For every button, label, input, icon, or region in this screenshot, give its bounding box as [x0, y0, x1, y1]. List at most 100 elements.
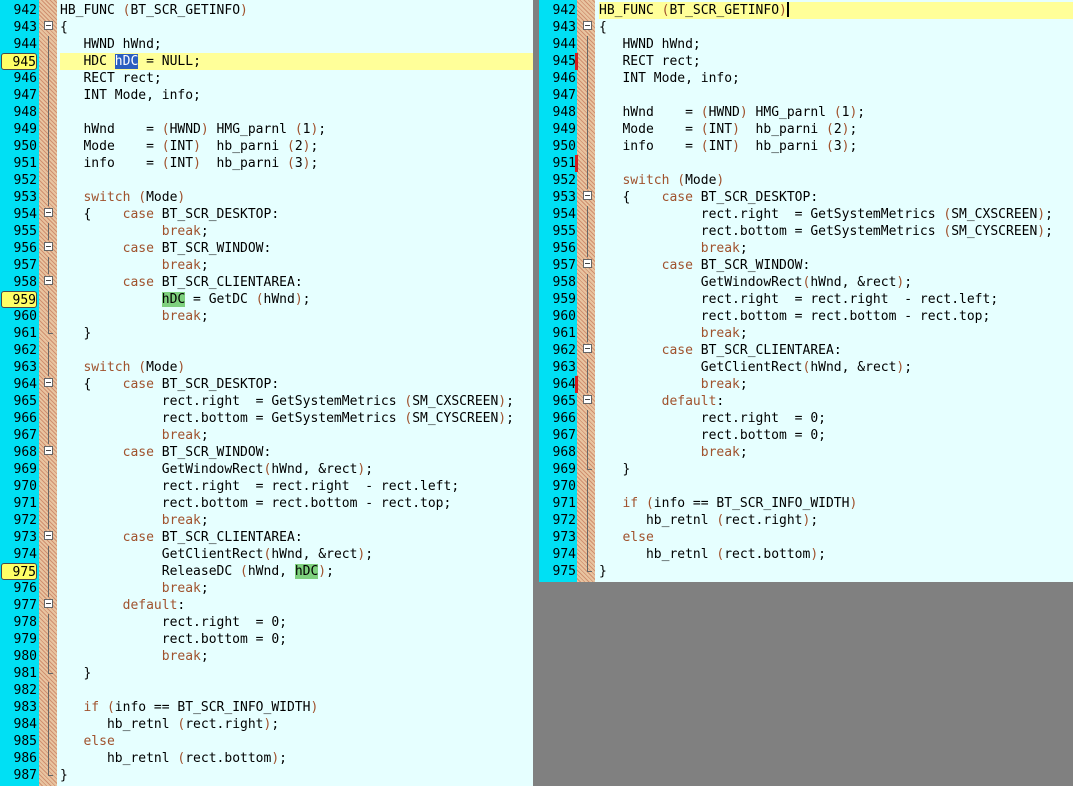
code-line[interactable]: 982: [0, 682, 533, 699]
line-number[interactable]: 972: [539, 512, 576, 529]
code-text[interactable]: }: [60, 325, 533, 342]
code-line[interactable]: 948: [0, 104, 533, 121]
line-number[interactable]: 974: [0, 546, 37, 563]
code-line[interactable]: 977 default:: [0, 597, 533, 614]
code-line[interactable]: 949 hWnd = (HWND) HMG_parnl (1);: [0, 121, 533, 138]
line-number[interactable]: 965: [0, 393, 37, 410]
code-line[interactable]: 963 switch (Mode): [0, 359, 533, 376]
code-text[interactable]: rect.right = 0;: [60, 614, 533, 631]
code-line[interactable]: 952: [0, 172, 533, 189]
code-text[interactable]: hb_retnl (rect.right);: [599, 512, 1073, 529]
line-number[interactable]: 973: [0, 529, 37, 546]
code-line[interactable]: 957 case BT_SCR_WINDOW:: [539, 257, 1073, 274]
line-number[interactable]: 949: [539, 121, 576, 138]
fold-collapse-icon[interactable]: [44, 242, 53, 251]
code-text[interactable]: switch (Mode): [60, 189, 533, 206]
code-line[interactable]: 960 break;: [0, 308, 533, 325]
code-line[interactable]: 952 switch (Mode): [539, 172, 1073, 189]
code-text[interactable]: case BT_SCR_WINDOW:: [60, 444, 533, 461]
code-line[interactable]: 973 else: [539, 529, 1073, 546]
code-line[interactable]: 942 HB_FUNC (BT_SCR_GETINFO): [0, 2, 533, 19]
code-line[interactable]: 959 hDC = GetDC (hWnd);: [0, 291, 533, 308]
code-line[interactable]: 950 info = (INT) hb_parni (3);: [539, 138, 1073, 155]
code-line[interactable]: 947 INT Mode, info;: [0, 87, 533, 104]
code-line[interactable]: 945 RECT rect;: [539, 53, 1073, 70]
code-text[interactable]: Mode = (INT) hb_parni (2);: [599, 121, 1073, 138]
line-number[interactable]: 968: [0, 444, 37, 461]
editor-pane-left[interactable]: 942 HB_FUNC (BT_SCR_GETINFO) 943{944 HWND …: [0, 0, 533, 786]
code-line[interactable]: 970: [539, 478, 1073, 495]
line-number[interactable]: 942: [0, 2, 37, 19]
code-text[interactable]: break;: [60, 223, 533, 240]
line-number[interactable]: 950: [0, 138, 37, 155]
line-number[interactable]: 975: [539, 563, 576, 580]
line-number[interactable]: 953: [0, 189, 37, 206]
line-number[interactable]: 976: [0, 580, 37, 597]
code-line[interactable]: 946 RECT rect;: [0, 70, 533, 87]
code-line[interactable]: 960 rect.bottom = rect.bottom - rect.top…: [539, 308, 1073, 325]
code-line[interactable]: 942 HB_FUNC (BT_SCR_GETINFO): [539, 2, 1073, 19]
fold-collapse-icon[interactable]: [44, 446, 53, 455]
code-line[interactable]: 951 info = (INT) hb_parni (3);: [0, 155, 533, 172]
code-text[interactable]: }: [599, 461, 1073, 478]
code-line[interactable]: 966 rect.right = 0;: [539, 410, 1073, 427]
code-line[interactable]: 944 HWND hWnd;: [539, 36, 1073, 53]
code-text[interactable]: INT Mode, info;: [60, 87, 533, 104]
line-number[interactable]: 967: [0, 427, 37, 444]
code-text[interactable]: Mode = (INT) hb_parni (2);: [60, 138, 533, 155]
code-line[interactable]: 971 if (info == BT_SCR_INFO_WIDTH): [539, 495, 1073, 512]
line-number[interactable]: 967: [539, 427, 576, 444]
code-text[interactable]: switch (Mode): [60, 359, 533, 376]
code-line[interactable]: 947: [539, 87, 1073, 104]
code-text[interactable]: default:: [599, 393, 1073, 410]
code-line[interactable]: 961 break;: [539, 325, 1073, 342]
line-number[interactable]: 955: [539, 223, 576, 240]
fold-collapse-icon[interactable]: [583, 344, 592, 353]
code-text[interactable]: default:: [60, 597, 533, 614]
line-number[interactable]: 946: [0, 70, 37, 87]
code-text[interactable]: [60, 172, 533, 189]
code-line[interactable]: 963 GetClientRect(hWnd, &rect);: [539, 359, 1073, 376]
code-text[interactable]: { case BT_SCR_DESKTOP:: [599, 189, 1073, 206]
code-text[interactable]: rect.bottom = 0;: [599, 427, 1073, 444]
code-line[interactable]: 964 { case BT_SCR_DESKTOP:: [0, 376, 533, 393]
code-line[interactable]: 944 HWND hWnd;: [0, 36, 533, 53]
fold-collapse-icon[interactable]: [44, 276, 53, 285]
code-line[interactable]: 943 {: [0, 19, 533, 36]
code-text[interactable]: rect.right = GetSystemMetrics (SM_CXSCRE…: [599, 206, 1073, 223]
code-text[interactable]: [599, 155, 1073, 172]
code-line[interactable]: 972 break;: [0, 512, 533, 529]
line-number[interactable]: 951: [539, 155, 576, 172]
code-line[interactable]: 984 hb_retnl (rect.right);: [0, 716, 533, 733]
code-text[interactable]: [60, 682, 533, 699]
line-number[interactable]: 958: [0, 274, 37, 291]
code-line[interactable]: 978 rect.right = 0;: [0, 614, 533, 631]
code-text[interactable]: {: [599, 19, 1073, 36]
line-number[interactable]: 970: [539, 478, 576, 495]
line-number[interactable]: 969: [0, 461, 37, 478]
code-text[interactable]: break;: [599, 240, 1073, 257]
line-number[interactable]: 954: [539, 206, 576, 223]
line-number[interactable]: 969: [539, 461, 576, 478]
line-number[interactable]: 968: [539, 444, 576, 461]
line-number[interactable]: 965: [539, 393, 576, 410]
line-number[interactable]: 964: [0, 376, 37, 393]
line-number[interactable]: 957: [539, 257, 576, 274]
code-text[interactable]: hDC = GetDC (hWnd);: [60, 291, 533, 308]
code-line[interactable]: 953 { case BT_SCR_DESKTOP:: [539, 189, 1073, 206]
code-text[interactable]: GetClientRect(hWnd, &rect);: [60, 546, 533, 563]
code-text[interactable]: if (info == BT_SCR_INFO_WIDTH): [599, 495, 1073, 512]
code-line[interactable]: 956 case BT_SCR_WINDOW:: [0, 240, 533, 257]
code-text[interactable]: break;: [599, 444, 1073, 461]
code-text[interactable]: rect.bottom = rect.bottom - rect.top;: [599, 308, 1073, 325]
code-text[interactable]: [599, 87, 1073, 104]
code-line[interactable]: 985 else: [0, 733, 533, 750]
code-line[interactable]: 980 break;: [0, 648, 533, 665]
line-number[interactable]: 972: [0, 512, 37, 529]
code-text[interactable]: HWND hWnd;: [599, 36, 1073, 53]
code-line[interactable]: 955 break;: [0, 223, 533, 240]
line-number[interactable]: 977: [0, 597, 37, 614]
code-line[interactable]: 971 rect.bottom = rect.bottom - rect.top…: [0, 495, 533, 512]
code-text[interactable]: HB_FUNC (BT_SCR_GETINFO): [599, 2, 1073, 19]
code-line[interactable]: 962 case BT_SCR_CLIENTAREA:: [539, 342, 1073, 359]
